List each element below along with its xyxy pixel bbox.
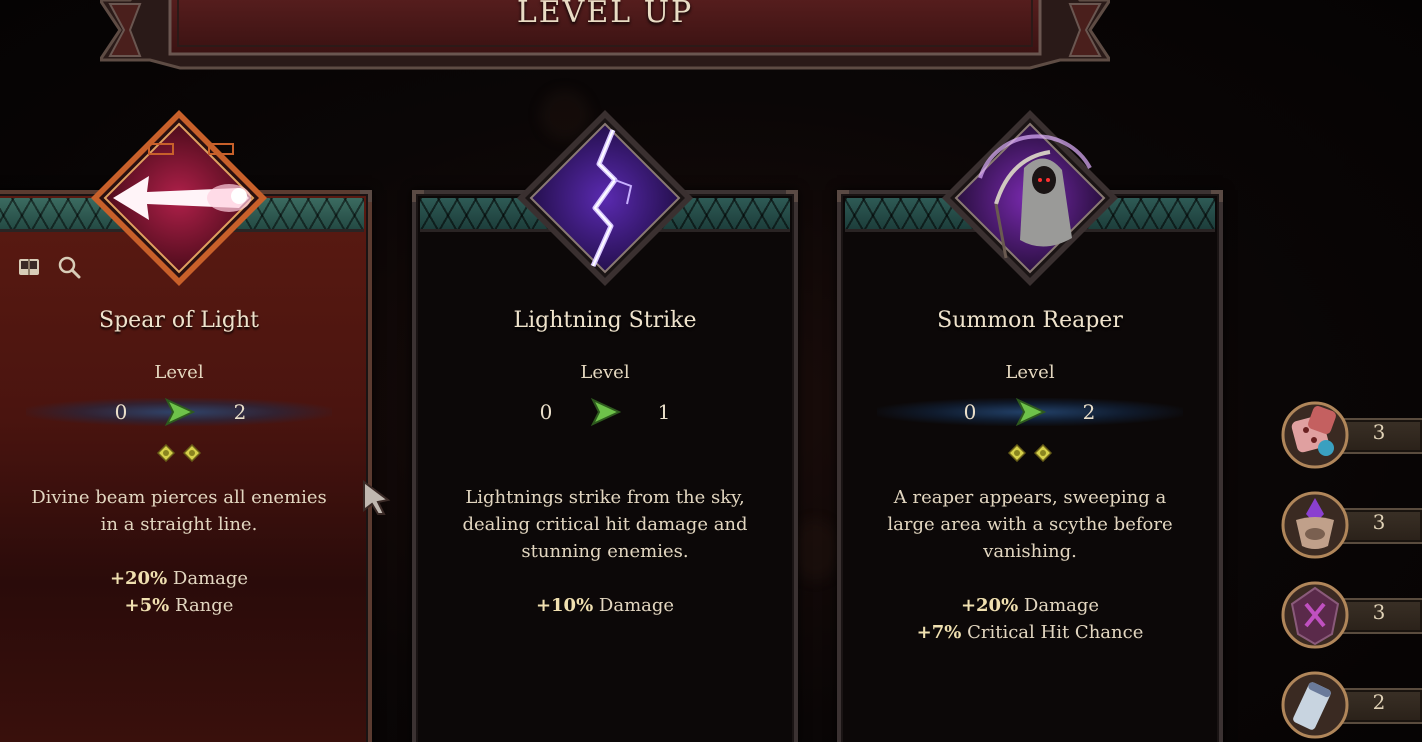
card-corner — [412, 190, 424, 202]
level-from: 0 — [963, 400, 977, 424]
skill-stats: +10% Damage — [412, 592, 798, 619]
skill-card-summon-reaper[interactable]: Summon Reaper Level 0 2 A reaper appears… — [837, 110, 1223, 742]
inventory-slot-dice[interactable]: 3 — [1280, 400, 1422, 470]
stat-line: +7% Critical Hit Chance — [837, 619, 1223, 646]
inventory-slot-rune-shield[interactable]: 3 — [1280, 580, 1422, 650]
description-line: Divine beam pierces all enemies — [31, 487, 327, 508]
gem-icon — [1008, 444, 1026, 462]
card-corner — [1211, 190, 1223, 202]
summon-reaper-icon — [940, 108, 1120, 288]
level-arrow-icon — [590, 398, 621, 426]
gem-icon — [1034, 444, 1052, 462]
inventory-count: 3 — [1372, 510, 1386, 534]
stat-value: +10% — [535, 595, 594, 616]
card-corner — [360, 190, 372, 202]
level-from: 0 — [539, 400, 553, 424]
rune-shield-icon — [1281, 581, 1349, 649]
mouse-cursor-icon — [363, 480, 391, 515]
inventory-count: 3 — [1372, 420, 1386, 444]
skill-card-lightning-strike[interactable]: Lightning Strike Level 0 1 Lightnings st… — [412, 110, 798, 742]
card-corner — [837, 190, 849, 202]
level-arrow-icon — [1015, 398, 1046, 426]
description-line: dealing critical hit damage and — [462, 514, 748, 535]
description-line: A reaper appears, sweeping a — [893, 487, 1167, 508]
stat-line: +10% Damage — [412, 592, 798, 619]
gem-icon — [183, 444, 201, 462]
level-progress: 0 1 — [412, 394, 798, 430]
stat-label: Damage — [598, 595, 675, 616]
stat-line: +5% Range — [0, 592, 372, 619]
skill-stats: +20% Damage +7% Critical Hit Chance — [837, 592, 1223, 646]
stat-value: +7% — [916, 622, 962, 643]
skill-name: Lightning Strike — [513, 308, 697, 333]
inventory-slot-crystal-totem[interactable]: 3 — [1280, 490, 1422, 560]
stat-label: Range — [174, 595, 234, 616]
codex-book-icon[interactable] — [16, 254, 42, 280]
scroll-icon — [1281, 671, 1349, 739]
description-line: vanishing. — [983, 541, 1077, 562]
level-up-banner: LEVEL UP — [100, 0, 1110, 70]
stat-line: +20% Damage — [837, 592, 1223, 619]
skill-name: Spear of Light — [99, 308, 259, 333]
level-label: Level — [580, 362, 630, 383]
inventory-count: 3 — [1372, 600, 1386, 624]
skill-name: Summon Reaper — [937, 308, 1123, 333]
stat-label: Damage — [172, 568, 249, 589]
level-to: 1 — [657, 400, 671, 424]
skill-description: A reaper appears, sweeping a large area … — [857, 484, 1203, 565]
level-from: 0 — [114, 400, 128, 424]
skill-description: Divine beam pierces all enemies in a str… — [6, 484, 352, 538]
stat-line: +20% Damage — [0, 565, 372, 592]
level-label: Level — [1005, 362, 1055, 383]
card-tools — [16, 254, 82, 280]
lightning-strike-icon — [515, 108, 695, 288]
skill-description: Lightnings strike from the sky, dealing … — [432, 484, 778, 565]
magnifier-icon[interactable] — [56, 254, 82, 280]
stat-label: Damage — [1023, 595, 1100, 616]
card-corner — [786, 190, 798, 202]
stat-value: +20% — [109, 568, 168, 589]
crystal-totem-icon — [1281, 491, 1349, 559]
spear-of-light-icon — [89, 108, 269, 288]
description-line: Lightnings strike from the sky, — [465, 487, 745, 508]
upgrade-gems — [837, 444, 1223, 462]
stat-value: +5% — [124, 595, 170, 616]
description-line: large area with a scythe before — [887, 514, 1173, 535]
level-to: 2 — [1082, 400, 1096, 424]
level-progress: 0 2 — [0, 394, 372, 430]
level-label: Level — [154, 362, 204, 383]
stat-value: +20% — [960, 595, 1019, 616]
upgrade-gems — [0, 444, 372, 462]
description-line: in a straight line. — [100, 514, 258, 535]
gem-icon — [157, 444, 175, 462]
stat-label: Critical Hit Chance — [967, 622, 1144, 643]
page-title: LEVEL UP — [516, 0, 694, 30]
level-arrow-icon — [164, 398, 195, 426]
dice-icon — [1281, 401, 1349, 469]
level-to: 2 — [233, 400, 247, 424]
description-line: stunning enemies. — [521, 541, 689, 562]
inventory-slot-scroll[interactable]: 2 — [1280, 670, 1422, 740]
inventory-count: 2 — [1372, 690, 1386, 714]
skill-stats: +20% Damage +5% Range — [0, 565, 372, 619]
skill-card-spear-of-light[interactable]: Spear of Light Level 0 2 Divine beam pie… — [0, 110, 372, 742]
level-progress: 0 2 — [837, 394, 1223, 430]
